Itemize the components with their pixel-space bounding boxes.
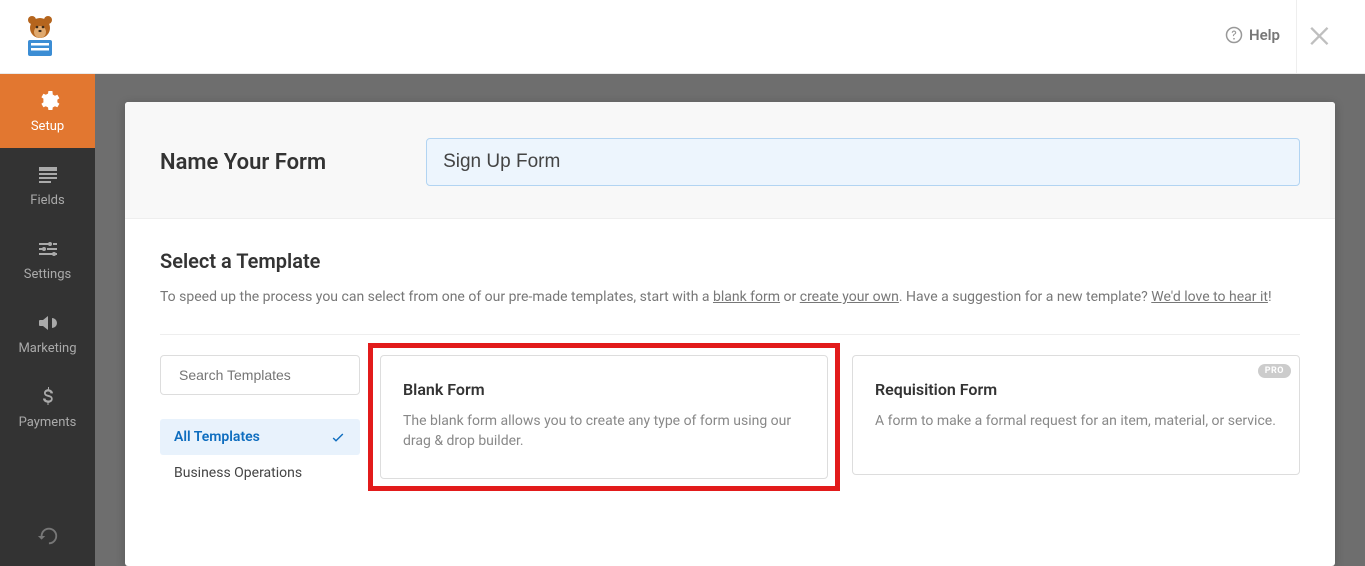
link-suggestion[interactable]: We'd love to hear it [1151,289,1268,305]
sidebar-label: Setup [31,119,64,134]
bullhorn-icon [36,311,60,335]
sidebar-label: Marketing [18,341,76,356]
close-button[interactable] [1307,22,1335,50]
check-icon [330,429,346,445]
help-button[interactable]: Help [1225,26,1280,44]
close-icon [1307,22,1335,50]
template-description: To speed up the process you can select f… [160,287,1300,335]
dollar-icon [36,385,60,409]
history-button[interactable] [0,506,95,566]
sidebar: Setup Fields Settings Marketing Payments [0,74,95,566]
form-name-input[interactable] [426,138,1300,186]
sidebar-item-settings[interactable]: Settings [0,222,95,296]
link-create-own[interactable]: create your own [800,289,899,305]
form-icon [36,163,60,187]
template-search[interactable] [160,355,360,395]
template-heading: Select a Template [160,249,1300,273]
category-all-templates[interactable]: All Templates [160,419,360,455]
gear-icon [36,89,60,113]
help-label: Help [1249,26,1280,44]
template-card-requisition-form[interactable]: PRO Requisition Form A form to make a fo… [852,355,1300,475]
sidebar-label: Payments [19,415,77,430]
name-form-label: Name Your Form [160,150,326,175]
setup-panel: Name Your Form Select a Template To spee… [125,102,1335,566]
main-canvas: Name Your Form Select a Template To spee… [95,74,1365,566]
card-desc: The blank form allows you to create any … [403,411,805,452]
template-filters: All Templates Business Operations [160,355,360,491]
template-cards: Blank Form The blank form allows you to … [380,355,1300,491]
sidebar-item-setup[interactable]: Setup [0,74,95,148]
category-business-operations[interactable]: Business Operations [160,455,360,491]
name-section: Name Your Form [125,102,1335,219]
pro-badge: PRO [1258,364,1291,378]
card-desc: A form to make a formal request for an i… [875,411,1277,431]
sidebar-item-marketing[interactable]: Marketing [0,296,95,370]
sidebar-item-fields[interactable]: Fields [0,148,95,222]
template-card-blank-form[interactable]: Blank Form The blank form allows you to … [380,355,828,479]
template-section: Select a Template To speed up the proces… [125,219,1335,491]
topbar: Help [0,0,1365,74]
app-logo [18,14,62,58]
sidebar-item-payments[interactable]: Payments [0,370,95,444]
card-title: Blank Form [403,380,805,399]
sidebar-label: Fields [30,193,64,208]
history-icon [37,525,59,547]
divider [1296,0,1297,73]
link-blank-form[interactable]: blank form [713,289,780,305]
help-icon [1225,26,1243,44]
card-title: Requisition Form [875,380,1277,399]
template-search-input[interactable] [179,367,360,383]
category-label: Business Operations [174,465,302,481]
sliders-icon [36,237,60,261]
sidebar-label: Settings [24,267,71,282]
category-label: All Templates [174,429,260,445]
